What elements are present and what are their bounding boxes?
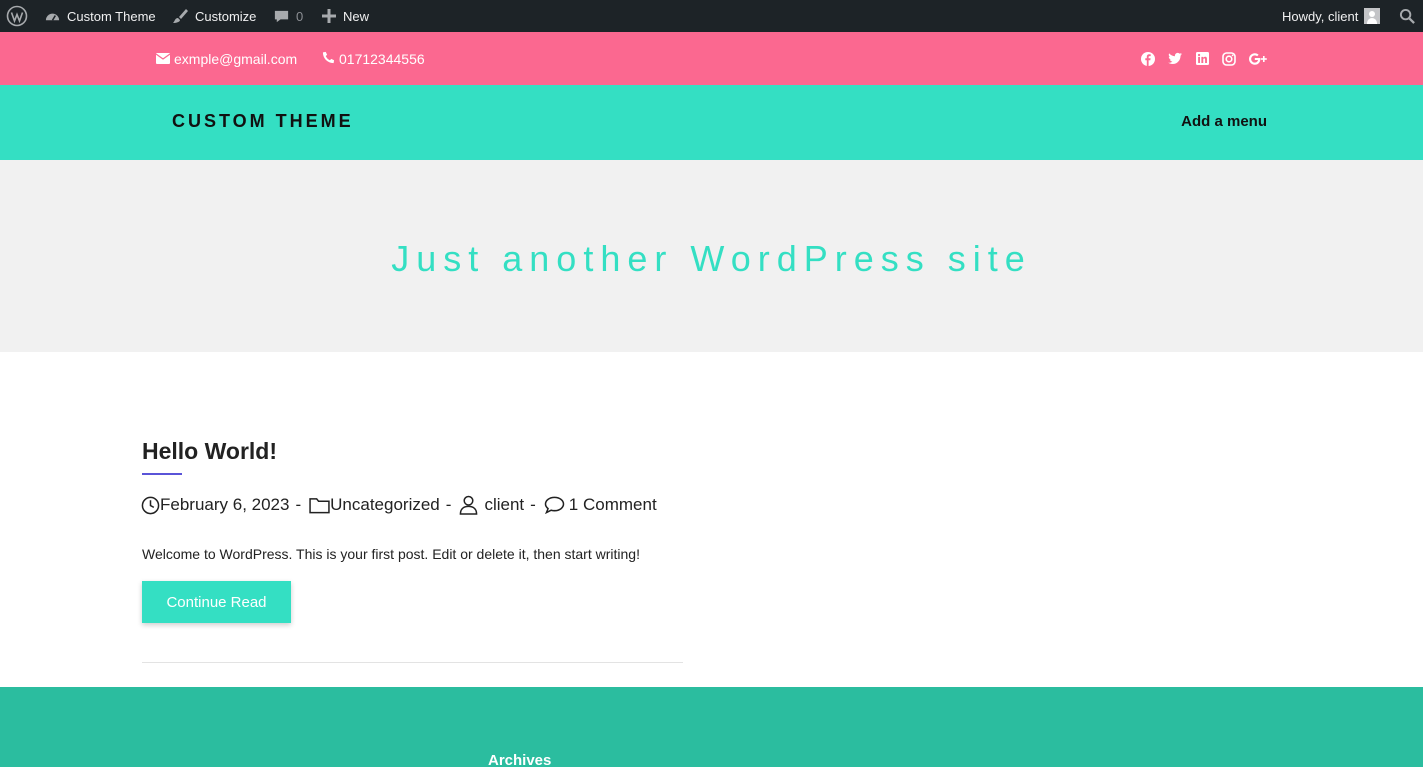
admin-bar-site-link[interactable]: Custom Theme [44, 0, 156, 32]
google-plus-icon[interactable] [1249, 52, 1267, 66]
user-icon [459, 495, 478, 515]
site-header: CUSTOM THEME Add a menu [0, 85, 1423, 160]
phone-text: 01712344556 [339, 50, 425, 67]
linkedin-icon[interactable] [1195, 52, 1209, 66]
phone-contact[interactable]: 01712344556 [322, 32, 425, 85]
post-date[interactable]: February 6, 2023 [141, 495, 289, 515]
admin-bar-account[interactable]: Howdy, client [1282, 0, 1381, 32]
post-comments-text: 1 Comment [568, 495, 657, 514]
comment-bubble-icon [273, 8, 290, 25]
top-info-bar: exmple@gmail.com 01712344556 [0, 32, 1423, 85]
avatar [1364, 8, 1381, 24]
social-links [1141, 32, 1267, 85]
hero-banner: Just another WordPress site [0, 160, 1423, 352]
admin-bar-new[interactable]: New [321, 0, 369, 32]
post-author[interactable]: client [459, 495, 524, 515]
post-excerpt: Welcome to WordPress. This is your first… [142, 546, 640, 562]
dashboard-icon [44, 8, 61, 25]
folder-icon [309, 497, 330, 514]
post-comments[interactable]: 1 Comment [544, 495, 657, 515]
add-menu-link[interactable]: Add a menu [1181, 113, 1267, 130]
post-title[interactable]: Hello World! [142, 438, 277, 465]
email-text: exmple@gmail.com [174, 50, 298, 67]
post-meta: February 6, 2023 - Uncategorized - clien… [141, 495, 657, 515]
site-title[interactable]: CUSTOM THEME [172, 111, 354, 132]
post-category-text: Uncategorized [330, 495, 440, 514]
clock-icon [141, 496, 160, 515]
title-underline [142, 473, 182, 475]
admin-bar-customize[interactable]: Customize [171, 0, 256, 32]
email-contact[interactable]: exmple@gmail.com [155, 32, 298, 85]
admin-bar-site-name: Custom Theme [67, 8, 156, 24]
site-footer: Archives [0, 687, 1423, 767]
wordpress-logo-icon[interactable] [6, 0, 28, 32]
admin-bar-greeting: Howdy, client [1282, 8, 1359, 24]
search-icon[interactable] [1399, 0, 1416, 32]
meta-separator: - [445, 495, 452, 514]
instagram-icon[interactable] [1222, 51, 1236, 66]
meta-separator: - [295, 495, 302, 514]
admin-bar-new-label: New [343, 8, 370, 24]
admin-bar-comments-count: 0 [296, 8, 304, 24]
facebook-icon[interactable] [1141, 51, 1155, 66]
admin-bar: Custom Theme Customize 0 New Howdy, clie… [0, 0, 1423, 32]
post-category[interactable]: Uncategorized [309, 495, 440, 515]
plus-icon [321, 8, 337, 24]
site-tagline: Just another WordPress site [391, 238, 1032, 279]
twitter-icon[interactable] [1168, 52, 1182, 66]
envelope-icon [155, 51, 171, 67]
post-author-text: client [484, 495, 525, 514]
phone-icon [322, 51, 335, 67]
comment-icon [544, 496, 565, 514]
post-date-text: February 6, 2023 [160, 495, 290, 514]
post-divider [142, 662, 683, 663]
admin-bar-customize-label: Customize [195, 8, 257, 24]
continue-read-button[interactable]: Continue Read [142, 581, 291, 623]
admin-bar-comments[interactable]: 0 [273, 0, 303, 32]
meta-separator: - [530, 495, 536, 514]
archives-widget-title: Archives [488, 752, 552, 767]
brush-icon [171, 7, 189, 25]
